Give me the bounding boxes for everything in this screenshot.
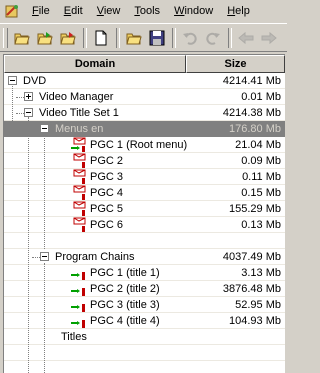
row-name: PGC 2 <box>90 155 124 167</box>
collapse-icon[interactable] <box>40 252 49 261</box>
row-name: PGC 4 <box>90 187 124 199</box>
tree-row-menus-en[interactable]: Menus en 176.80 Mb <box>4 121 285 137</box>
collapse-icon[interactable] <box>8 76 17 85</box>
open-folder-icon[interactable] <box>11 27 32 48</box>
title-pgc-icon <box>71 272 85 280</box>
menu-file[interactable]: File <box>25 0 57 22</box>
row-name: PGC 1 (title 1) <box>90 267 160 279</box>
tree-row-menu-pgc[interactable]: PGC 6 0.13 Mb <box>4 217 285 233</box>
row-size: 0.13 Mb <box>241 219 281 231</box>
tree-row-titles[interactable]: Titles <box>4 329 285 345</box>
open-red-icon[interactable] <box>57 27 78 48</box>
row-size: 3876.48 Mb <box>222 283 281 295</box>
grid-line <box>4 360 285 361</box>
menu-edit[interactable]: Edit <box>57 0 90 22</box>
column-header: Domain Size <box>4 55 285 73</box>
row-size: 0.15 Mb <box>241 187 281 199</box>
row-size: 4214.38 Mb <box>222 107 281 119</box>
tree-row-menu-pgc[interactable]: PGC 5 155.29 Mb <box>4 201 285 217</box>
toolbar-separator <box>172 27 176 48</box>
size-column-header[interactable]: Size <box>186 55 285 73</box>
tree-row-menu-pgc[interactable]: PGC 2 0.09 Mb <box>4 153 285 169</box>
row-size: 155.29 Mb <box>229 203 281 215</box>
row-name: Menus en <box>55 123 104 135</box>
title-pgc-icon <box>71 304 85 312</box>
open-green-icon[interactable] <box>34 27 55 48</box>
toolbar-separator <box>228 27 232 48</box>
tree-row-menu-pgc[interactable]: PGC 4 0.15 Mb <box>4 185 285 201</box>
row-size: 4214.41 Mb <box>222 75 281 87</box>
row-size: 0.01 Mb <box>241 91 281 103</box>
collapse-icon[interactable] <box>40 124 49 133</box>
toolbar-separator <box>116 27 120 48</box>
row-name: Video Manager <box>39 91 114 103</box>
row-size: 0.11 Mb <box>242 171 281 183</box>
row-name: PGC 1 (Root menu) <box>90 139 188 151</box>
tree-row-title-pgc[interactable]: PGC 1 (title 1) 3.13 Mb <box>4 265 285 281</box>
row-name: PGC 3 <box>90 171 124 183</box>
menu-help[interactable]: Help <box>220 0 257 22</box>
tree-row-dvd[interactable]: DVD 4214.41 Mb <box>4 73 285 89</box>
tree-row-video-manager[interactable]: Video Manager 0.01 Mb <box>4 89 285 105</box>
menu-view[interactable]: View <box>90 0 128 22</box>
forward-icon[interactable] <box>258 27 279 48</box>
row-size: 0.09 Mb <box>241 155 281 167</box>
row-size: 176.80 Mb <box>229 123 281 135</box>
expand-icon[interactable] <box>24 92 33 101</box>
new-document-icon[interactable] <box>90 27 111 48</box>
tree-row-video-title-set-1[interactable]: Video Title Set 1 4214.38 Mb <box>4 105 285 121</box>
row-name: PGC 5 <box>90 203 124 215</box>
undo-icon[interactable] <box>179 27 200 48</box>
row-name: PGC 6 <box>90 219 124 231</box>
save-icon[interactable] <box>146 27 167 48</box>
menu-pgc-icon <box>73 201 86 216</box>
redo-icon[interactable] <box>202 27 223 48</box>
app-icon[interactable] <box>3 2 21 20</box>
row-name: Video Title Set 1 <box>39 107 119 119</box>
menu-bar: File Edit View Tools Window Help <box>0 0 287 22</box>
tree-row-title-pgc[interactable]: PGC 4 (title 4) 104.93 Mb <box>4 313 285 329</box>
row-size: 4037.49 Mb <box>222 251 281 263</box>
row-size: 52.95 Mb <box>235 299 281 311</box>
domain-column-header[interactable]: Domain <box>4 55 186 73</box>
domain-tree-panel: Domain Size DVD 4214.41 Mb Video Manager… <box>3 54 285 373</box>
menu-pgc-icon <box>73 185 86 200</box>
menu-pgc-icon <box>71 137 86 152</box>
title-pgc-icon <box>71 288 85 296</box>
tree-row-title-pgc[interactable]: PGC 3 (title 3) 52.95 Mb <box>4 297 285 313</box>
tree-row-menu-pgc[interactable]: PGC 3 0.11 Mb <box>4 169 285 185</box>
row-name: DVD <box>23 75 47 87</box>
domain-tree: DVD 4214.41 Mb Video Manager 0.01 Mb Vid… <box>4 73 285 373</box>
row-name: PGC 3 (title 3) <box>90 299 160 311</box>
back-icon[interactable] <box>235 27 256 48</box>
tree-row-menu-pgc[interactable]: PGC 1 (Root menu) 21.04 Mb <box>4 137 285 153</box>
menu-pgc-icon <box>73 153 86 168</box>
tree-row-program-chains[interactable]: Program Chains 4037.49 Mb <box>4 249 285 265</box>
collapse-icon[interactable] <box>24 108 33 117</box>
toolbar <box>0 23 287 52</box>
row-name: PGC 4 (title 4) <box>90 315 160 327</box>
title-pgc-icon <box>71 320 85 328</box>
row-name: Program Chains <box>55 251 135 263</box>
row-name: Titles <box>61 331 87 343</box>
toolbar-grip[interactable] <box>3 27 8 48</box>
toolbar-separator <box>83 27 87 48</box>
menu-tools[interactable]: Tools <box>127 0 167 22</box>
open-icon[interactable] <box>123 27 144 48</box>
menu-window[interactable]: Window <box>167 0 220 22</box>
tree-row-title-pgc[interactable]: PGC 2 (title 2) 3876.48 Mb <box>4 281 285 297</box>
menu-pgc-icon <box>73 169 86 184</box>
row-size: 3.13 Mb <box>241 267 281 279</box>
menu-pgc-icon <box>73 217 86 232</box>
row-size: 21.04 Mb <box>235 139 281 151</box>
row-size: 104.93 Mb <box>229 315 281 327</box>
row-name: PGC 2 (title 2) <box>90 283 160 295</box>
